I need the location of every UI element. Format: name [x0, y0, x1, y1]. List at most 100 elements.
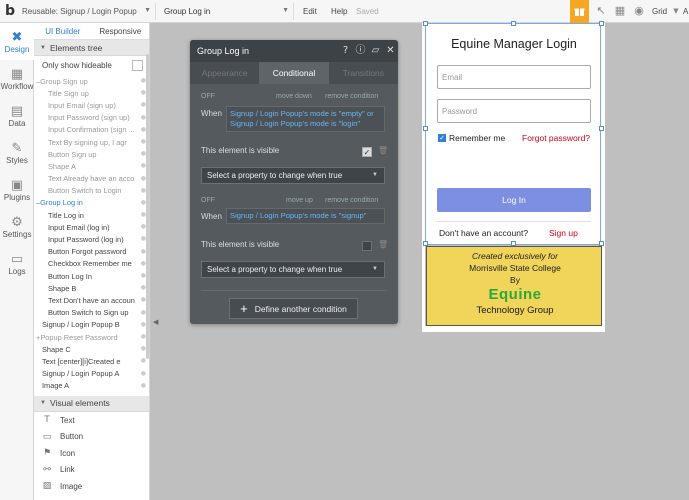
menu-edit[interactable]: Edit [303, 7, 317, 16]
tree-item[interactable]: Button Sign up ● [34, 148, 149, 160]
visible-checkbox[interactable]: ✓ [362, 147, 372, 157]
element-select[interactable]: Group Log in ▼ [160, 3, 294, 20]
resize-handle[interactable] [511, 21, 516, 26]
help-icon[interactable]: ? [340, 45, 351, 56]
tab-conditional[interactable]: Conditional [259, 62, 329, 84]
move-up-link[interactable]: move up [286, 197, 313, 204]
remove-condition-link[interactable]: remove condition [325, 93, 378, 100]
tree-item[interactable]: Checkbox Remember me ● [34, 258, 149, 270]
condition-off-toggle[interactable]: OFF [201, 197, 215, 204]
tree-scrollbar[interactable] [146, 54, 149, 359]
tree-item[interactable]: Signup / Login Popup A ● [34, 368, 149, 380]
tree-item[interactable]: Text [center][i]Created e ● [34, 355, 149, 367]
remember-me-checkbox[interactable]: ✓ Remember me [438, 133, 505, 143]
cursor-icon[interactable]: ↖ [595, 5, 607, 17]
tab-appearance[interactable]: Appearance [190, 62, 259, 84]
tree-item[interactable]: Text Already have an acco ● [34, 173, 149, 185]
define-another-condition-button[interactable]: + Define another condition [229, 298, 358, 319]
tree-item[interactable]: + Popup Reset Password ● [34, 331, 149, 343]
more-menu[interactable]: A [683, 7, 688, 16]
tab-transitions[interactable]: Transitions [329, 62, 398, 84]
visual-element-link[interactable]: ⚯ Link [34, 461, 149, 478]
condition-expression[interactable]: Signup / Login Popup's mode is "empty" o… [226, 106, 385, 132]
email-field[interactable]: Email [437, 65, 591, 89]
comment-icon[interactable]: ▱ [370, 45, 381, 56]
tab-ui-builder[interactable]: UI Builder [34, 23, 92, 39]
resize-handle[interactable] [423, 126, 428, 131]
only-hideable-checkbox[interactable] [132, 60, 143, 71]
move-down-link[interactable]: move down [276, 93, 312, 100]
rail-item-logs[interactable]: ▭ Logs [0, 245, 34, 282]
collapse-panel-icon[interactable]: ◀ [153, 318, 158, 326]
elements-tree-header[interactable]: ▼ Elements tree [34, 40, 149, 56]
password-field[interactable]: Password [437, 99, 591, 123]
gift-button[interactable] [570, 0, 589, 23]
tree-item[interactable]: Input Email (log in) ● [34, 221, 149, 233]
condition-off-toggle[interactable]: OFF [201, 93, 215, 100]
eye-icon[interactable]: ● [141, 382, 146, 389]
chevron-down-icon[interactable]: ▼ [670, 5, 682, 17]
workflow-icon: ▦ [10, 66, 24, 82]
visual-element-image[interactable]: ▨ Image [34, 478, 149, 495]
tree-item[interactable]: Button Forgot password ● [34, 246, 149, 258]
select-property-dropdown[interactable]: Select a property to change when true ▼ [201, 167, 385, 184]
sponsor-box[interactable]: Created exclusively for Morrisville Stat… [426, 246, 602, 326]
forgot-password-link[interactable]: Forgot password? [522, 133, 590, 143]
tree-item[interactable]: Text Don't have an accoun ● [34, 294, 149, 306]
visual-elements-header[interactable]: ▼ Visual elements [34, 395, 149, 412]
tree-item[interactable]: Title Sign up ● [34, 87, 149, 99]
login-button[interactable]: Log In [437, 188, 591, 212]
close-icon[interactable]: ✕ [385, 45, 396, 56]
tree-item[interactable]: Button Switch to Login ● [34, 185, 149, 197]
rail-item-label: Workflow [0, 81, 34, 91]
rail-item-plugins[interactable]: ▣ Plugins [0, 171, 34, 208]
rail-item-settings[interactable]: ⚙ Settings [0, 208, 34, 245]
eye-icon[interactable]: ● [141, 357, 146, 364]
tree-item[interactable]: Title Log in ● [34, 209, 149, 221]
remove-condition-link[interactable]: remove condition [325, 197, 378, 204]
editor-tabs: Appearance Conditional Transitions [190, 62, 398, 84]
eye-icon[interactable]: ● [141, 370, 146, 377]
tree-item[interactable]: Input Password (log in) ● [34, 233, 149, 245]
trash-icon[interactable]: 🗑 [378, 146, 388, 155]
resize-handle[interactable] [599, 126, 604, 131]
rail-item-data[interactable]: ▤ Data [0, 97, 34, 134]
select-property-dropdown[interactable]: Select a property to change when true ▼ [201, 261, 385, 278]
tree-item[interactable]: Image A ● [34, 380, 149, 392]
rail-item-styles[interactable]: ✎ Styles [0, 134, 34, 171]
tree-item[interactable]: Shape B ● [34, 282, 149, 294]
rail-item-workflow[interactable]: ▦ Workflow [0, 60, 34, 97]
resize-handle[interactable] [599, 21, 604, 26]
tab-responsive[interactable]: Responsive [92, 23, 150, 39]
tree-item[interactable]: Input Password (sign up) ● [34, 112, 149, 124]
visual-element-button[interactable]: ▭ Button [34, 428, 149, 445]
tree-item[interactable]: Shape C ● [34, 343, 149, 355]
tree-item[interactable]: Shape A ● [34, 160, 149, 172]
grid-toggle[interactable]: Grid [652, 7, 667, 16]
visible-checkbox[interactable] [362, 241, 372, 251]
tree-item[interactable]: Input Email (sign up) ● [34, 99, 149, 111]
tree-item[interactable]: Button Log In ● [34, 270, 149, 282]
signup-link[interactable]: Sign up [549, 228, 578, 238]
tree-item[interactable]: Button Switch to Sign up ● [34, 307, 149, 319]
menu-help[interactable]: Help [331, 7, 347, 16]
visual-element-icon[interactable]: ⚑ Icon [34, 445, 149, 462]
editor-title-bar[interactable]: Group Log in ? ⓘ ▱ ✕ [190, 40, 398, 62]
visual-element-text[interactable]: T Text [34, 412, 149, 429]
rail-item-design[interactable]: ✖ Design [0, 23, 34, 60]
page-select[interactable]: Reusable: Signup / Login Popup ▼ [20, 3, 156, 20]
bubble-logo[interactable]: b [0, 0, 20, 23]
eye-icon[interactable]: ◉ [633, 5, 645, 17]
tree-item[interactable]: – Group Log in ● [34, 197, 149, 209]
condition-expression[interactable]: Signup / Login Popup's mode is "signup" [226, 208, 385, 224]
resize-handle[interactable] [423, 21, 428, 26]
tree-item[interactable]: Input Confirmation (sign ... ● [34, 124, 149, 136]
trash-icon[interactable]: 🗑 [378, 240, 388, 249]
tree-item[interactable]: – Group Sign up ● [34, 75, 149, 87]
conditional-editor[interactable]: Group Log in ? ⓘ ▱ ✕ Appearance Conditio… [190, 40, 398, 324]
info-icon[interactable]: ⓘ [355, 45, 366, 56]
login-popup-preview[interactable]: Equine Manager Login Email Password ✓ Re… [423, 21, 604, 246]
tree-item[interactable]: Signup / Login Popup B ● [34, 319, 149, 331]
layout-icon[interactable]: ▦ [614, 5, 626, 17]
tree-item[interactable]: Text By signing up, I agr ● [34, 136, 149, 148]
